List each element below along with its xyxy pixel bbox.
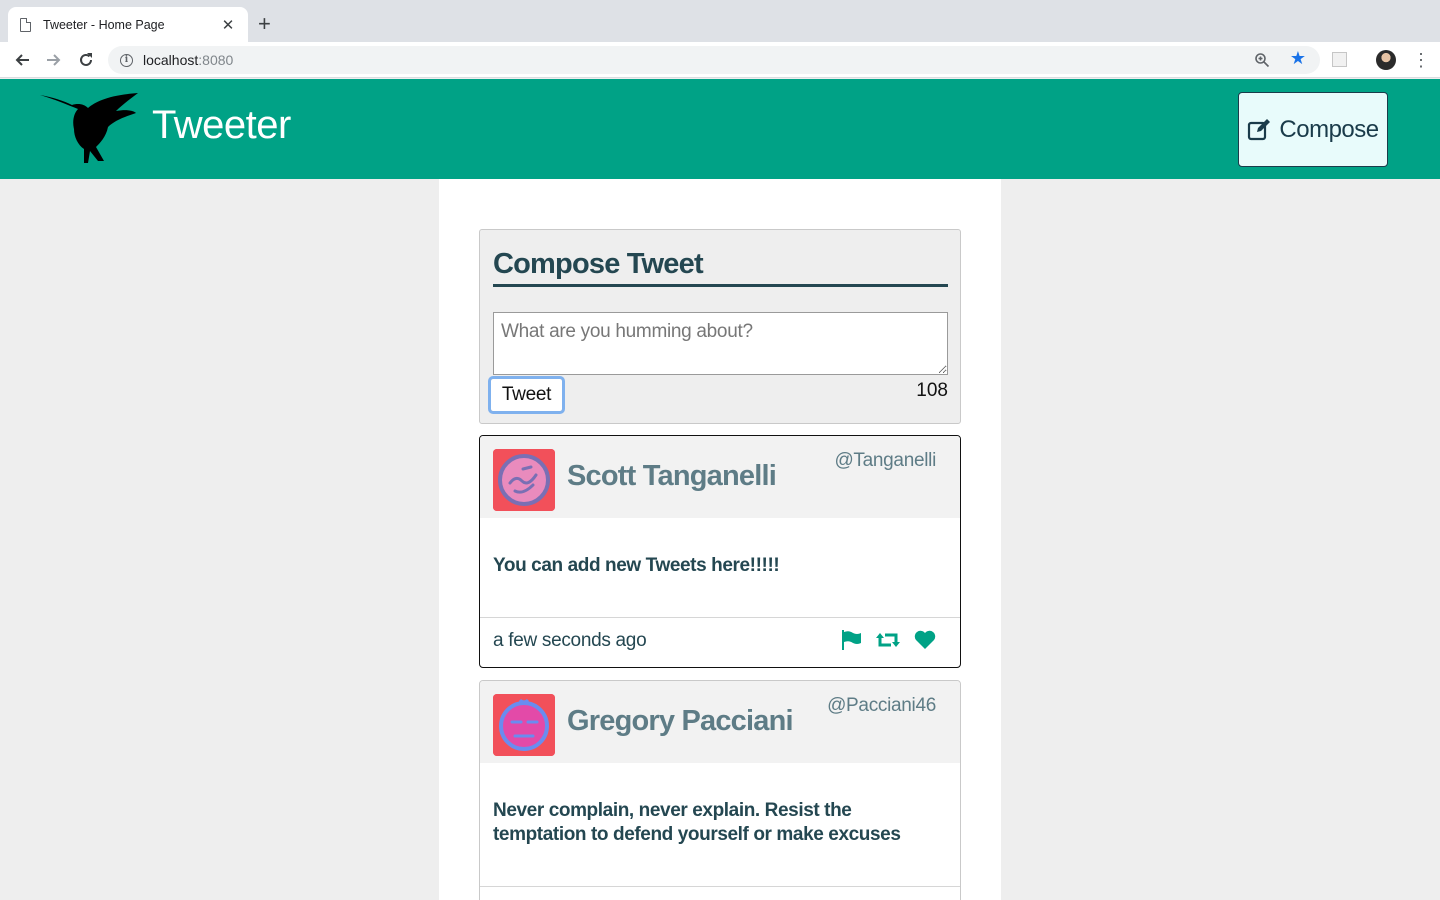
- menu-icon[interactable]: ⋮: [1412, 50, 1430, 70]
- browser-tab[interactable]: Tweeter - Home Page ✕: [8, 7, 248, 42]
- tweet-content: Never complain, never explain. Resist th…: [493, 800, 901, 845]
- url-host: localhost: [143, 52, 199, 68]
- tweet-footer: a few seconds ago: [480, 618, 960, 667]
- tweet-timestamp: a few seconds ago: [493, 630, 647, 651]
- main-column: Compose Tweet Tweet 108 Scott Tanganelli…: [439, 179, 1001, 900]
- reload-icon[interactable]: [74, 48, 98, 72]
- compose-tweet-panel: Compose Tweet Tweet 108: [479, 229, 961, 424]
- character-counter: 108: [916, 380, 948, 401]
- address-bar[interactable]: i localhost:8080 ★: [108, 46, 1320, 74]
- tweet-actions: [840, 630, 936, 650]
- tweet-input[interactable]: [493, 312, 948, 375]
- user-name: Scott Tanganelli: [567, 460, 777, 492]
- tweet-submit-button[interactable]: Tweet: [488, 376, 565, 414]
- extension-icon[interactable]: [1332, 52, 1347, 67]
- heading-underline: [493, 284, 948, 287]
- app-header: Tweeter Compose: [0, 79, 1440, 179]
- url-port: :8080: [198, 52, 234, 68]
- user-handle: @Tanganelli: [834, 450, 936, 471]
- tweet-card[interactable]: Gregory Pacciani @Pacciani46 Never compl…: [479, 680, 961, 900]
- retweet-icon[interactable]: [876, 631, 900, 649]
- tweet-header: Gregory Pacciani @Pacciani46: [480, 681, 960, 763]
- compose-heading: Compose Tweet: [493, 248, 704, 280]
- compose-label: Compose: [1279, 115, 1379, 143]
- star-icon[interactable]: ★: [1290, 48, 1306, 69]
- tweet-content: You can add new Tweets here!!!!!: [493, 555, 780, 576]
- document-icon: [20, 17, 31, 32]
- tweet-divider: [480, 886, 960, 887]
- profile-avatar[interactable]: [1376, 50, 1396, 70]
- browser-toolbar: i localhost:8080 ★: [0, 42, 1440, 78]
- avatar: [493, 694, 555, 756]
- back-icon[interactable]: [10, 48, 34, 72]
- heart-icon[interactable]: [914, 630, 936, 650]
- tweet-header: Scott Tanganelli @Tanganelli: [480, 436, 960, 518]
- tab-title: Tweeter - Home Page: [43, 17, 165, 32]
- new-tab-button[interactable]: +: [258, 12, 271, 36]
- avatar: [493, 449, 555, 511]
- info-icon[interactable]: i: [120, 53, 133, 67]
- edit-icon: [1248, 118, 1271, 140]
- zoom-icon[interactable]: [1254, 52, 1270, 68]
- forward-icon[interactable]: [42, 48, 66, 72]
- app-title: Tweeter: [152, 103, 291, 147]
- browser-tabstrip: Tweeter - Home Page ✕ +: [0, 0, 1440, 42]
- hummingbird-logo: [40, 93, 138, 163]
- user-name: Gregory Pacciani: [567, 705, 794, 737]
- close-tab-icon[interactable]: ✕: [220, 16, 236, 34]
- flag-icon[interactable]: [840, 630, 862, 650]
- compose-button[interactable]: Compose: [1238, 92, 1388, 167]
- user-handle: @Pacciani46: [827, 695, 936, 716]
- tweet-card[interactable]: Scott Tanganelli @Tanganelli You can add…: [479, 435, 961, 668]
